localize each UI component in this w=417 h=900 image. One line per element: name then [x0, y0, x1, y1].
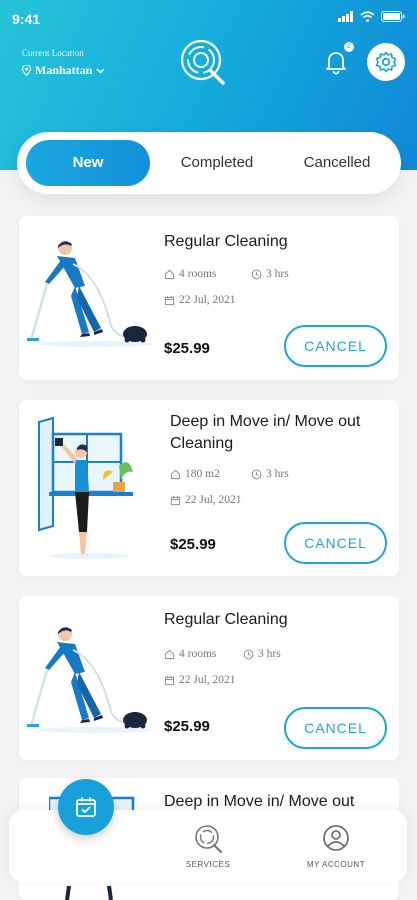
cancel-button[interactable]: CANCEL [284, 522, 387, 564]
booking-price: $25.99 [164, 718, 210, 735]
booking-date: 22 Jul, 2021 [164, 294, 236, 306]
booking-title: Regular Cleaning [164, 233, 288, 250]
bookings-fab[interactable] [58, 779, 114, 835]
cleaner-window-illustration [38, 416, 133, 559]
booking-price: $25.99 [170, 536, 216, 553]
booking-title: Deep in Move in/ Move out Cleaning [170, 413, 361, 452]
home-icon [164, 649, 175, 659]
booking-title: Regular Cleaning [164, 611, 288, 628]
booking-price: $25.99 [164, 340, 210, 357]
bell-icon[interactable] [322, 48, 350, 76]
location-pin-icon [22, 65, 31, 76]
tab-cancelled[interactable]: Cancelled [279, 140, 395, 186]
nav-services-label: SERVICES [185, 860, 231, 869]
calendar-check-icon [76, 797, 96, 817]
status-bar: 9:41 [0, 0, 417, 36]
settings-button[interactable] [367, 43, 405, 81]
clock-icon [251, 269, 262, 279]
current-location[interactable]: Current Location Manhattan [22, 48, 105, 78]
nav-my-account[interactable]: MY ACCOUNT [291, 824, 381, 869]
booking-card[interactable]: Deep in Move in/ Move out Cleaning 180 m… [19, 400, 399, 576]
notification-badge: 2 [344, 42, 354, 52]
status-icons [338, 11, 405, 22]
booking-size: 4 rooms [164, 648, 216, 660]
gear-icon [375, 51, 397, 73]
battery-icon [381, 11, 405, 22]
location-value: Manhattan [35, 63, 93, 77]
calendar-icon [170, 495, 181, 505]
cancel-button[interactable]: CANCEL [284, 707, 387, 749]
user-icon [323, 825, 349, 851]
booking-size: 180 m2 [170, 468, 220, 480]
booking-date: 22 Jul, 2021 [170, 494, 242, 506]
booking-duration: 3 hrs [251, 268, 289, 280]
booking-size: 4 rooms [164, 268, 216, 280]
tab-completed[interactable]: Completed [157, 140, 277, 186]
clock-icon [251, 469, 262, 479]
calendar-icon [164, 295, 175, 305]
cleaner-vacuum-illustration [27, 241, 153, 347]
location-label: Current Location [22, 48, 84, 58]
booking-duration: 3 hrs [243, 648, 281, 660]
home-icon [164, 269, 175, 279]
wifi-icon [360, 11, 375, 22]
nav-my-account-label: MY ACCOUNT [306, 860, 366, 869]
booking-tabs: New Completed Cancelled [17, 132, 401, 194]
app-logo [180, 39, 225, 85]
calendar-icon [164, 675, 175, 685]
cleaner-vacuum-illustration [27, 627, 153, 733]
status-time: 9:41 [12, 11, 41, 27]
nav-services[interactable]: SERVICES [173, 824, 243, 869]
clock-icon [243, 649, 254, 659]
booking-card[interactable]: Regular Cleaning 4 rooms 3 hrs 22 Jul, 2… [19, 216, 399, 380]
booking-date: 22 Jul, 2021 [164, 674, 236, 686]
cancel-button[interactable]: CANCEL [284, 325, 387, 367]
booking-card[interactable]: Regular Cleaning 4 rooms 3 hrs 22 Jul, 2… [19, 596, 399, 760]
booking-duration: 3 hrs [251, 468, 289, 480]
services-icon [195, 825, 223, 854]
tab-new[interactable]: New [26, 140, 150, 186]
signal-icon [338, 11, 353, 22]
home-icon [170, 469, 181, 479]
chevron-down-icon [96, 67, 105, 74]
